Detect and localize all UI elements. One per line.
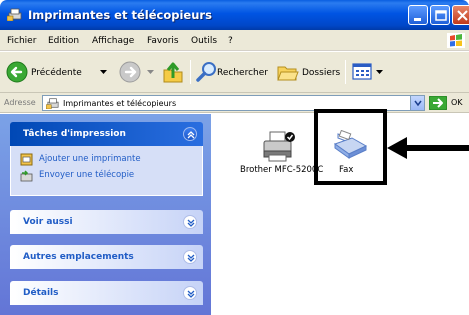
views-icon [352, 63, 372, 80]
toolbar: Précédente Rechercher Dossiers [0, 52, 469, 93]
go-button-label[interactable]: OK [451, 98, 463, 107]
back-label: Précédente [31, 68, 82, 78]
search-icon [196, 62, 216, 82]
address-label: Adresse [4, 98, 36, 107]
print-tasks-header[interactable]: Tâches d'impression [10, 122, 203, 146]
highlight-box [314, 109, 387, 185]
address-dropdown-button[interactable] [410, 96, 424, 110]
add-printer-icon [20, 153, 33, 166]
up-folder-icon [163, 62, 183, 83]
printer-icon [263, 131, 295, 162]
chevron-down-icon [414, 100, 422, 107]
menu-favoris[interactable]: Favoris [147, 36, 179, 46]
send-fax-icon [20, 170, 33, 182]
expand-button[interactable] [183, 250, 197, 264]
back-arrow-icon [6, 61, 28, 83]
close-icon [457, 10, 468, 21]
address-bar: Adresse Imprimantes et télécopieurs OK [0, 93, 469, 113]
forward-dropdown-icon[interactable] [147, 70, 154, 75]
add-printer-label: Ajouter une imprimante [39, 154, 141, 164]
collapse-button[interactable] [183, 127, 197, 141]
menu-fichier[interactable]: Fichier [7, 36, 36, 46]
menu-help[interactable]: ? [228, 36, 233, 46]
folders-label: Dossiers [302, 68, 341, 78]
search-button[interactable]: Rechercher [195, 52, 275, 93]
title-bar[interactable]: Imprimantes et télécopieurs [0, 0, 469, 30]
back-button[interactable]: Précédente [4, 52, 112, 93]
other-places-header[interactable]: Autres emplacements [10, 245, 203, 269]
print-tasks-body: Ajouter une imprimante Envoyer une téléc… [10, 146, 203, 196]
print-tasks-title: Tâches d'impression [23, 129, 126, 139]
printers-folder-icon [46, 98, 59, 109]
send-fax-label: Envoyer une télécopie [39, 170, 135, 180]
minimize-icon [414, 18, 421, 21]
chevron-up-icon [187, 131, 195, 139]
details-header[interactable]: Détails [10, 281, 203, 305]
views-dropdown-icon [376, 70, 383, 74]
menu-bar: Fichier Edition Affichage Favoris Outils… [0, 30, 469, 51]
see-also-header[interactable]: Voir aussi [10, 210, 203, 234]
folders-button[interactable]: Dossiers [276, 52, 344, 93]
folders-icon [277, 66, 299, 81]
toolbar-separator [190, 60, 191, 84]
chevron-down-icon [187, 254, 195, 262]
menu-edition[interactable]: Edition [48, 36, 79, 46]
task-pane: Tâches d'impression Ajouter une impriman… [0, 114, 211, 315]
views-button[interactable] [350, 52, 386, 93]
minimize-button[interactable] [408, 5, 428, 25]
other-places-title: Autres emplacements [23, 252, 134, 262]
details-title: Détails [23, 288, 59, 298]
search-label: Rechercher [217, 68, 268, 78]
maximize-icon [435, 10, 447, 21]
address-value: Imprimantes et télécopieurs [63, 99, 177, 108]
back-dropdown-icon[interactable] [100, 70, 107, 75]
printer-label[interactable]: Brother MFC-5200C [240, 165, 323, 175]
chevron-down-icon [187, 219, 195, 227]
up-folder-button[interactable] [160, 52, 186, 93]
printer-item[interactable] [261, 129, 297, 165]
go-arrow-icon[interactable] [429, 96, 447, 110]
menu-outils[interactable]: Outils [191, 36, 217, 46]
maximize-button[interactable] [430, 5, 450, 25]
expand-button[interactable] [183, 286, 197, 300]
close-button[interactable] [452, 5, 469, 25]
pointer-arrow-icon [387, 137, 469, 159]
forward-button[interactable] [117, 52, 157, 93]
chevron-down-icon [187, 290, 195, 298]
see-also-title: Voir aussi [23, 217, 73, 227]
forward-arrow-icon [119, 61, 141, 83]
window-title: Imprimantes et télécopieurs [28, 8, 212, 22]
toolbar-separator [345, 60, 346, 84]
printers-folder-icon [7, 8, 22, 21]
expand-button[interactable] [183, 215, 197, 229]
menu-affichage[interactable]: Affichage [92, 36, 134, 46]
windows-logo-icon [447, 33, 465, 48]
